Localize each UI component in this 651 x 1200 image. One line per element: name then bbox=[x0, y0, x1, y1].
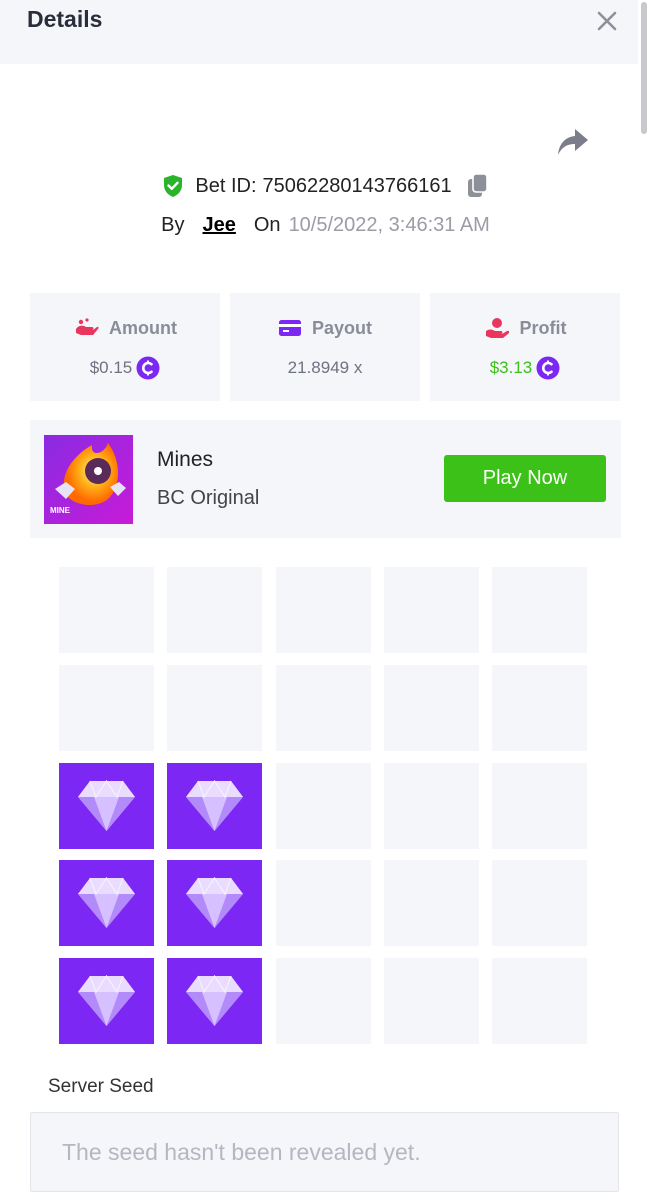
board-tile[interactable] bbox=[167, 567, 262, 653]
game-provider: BC Original bbox=[157, 487, 260, 509]
payout-card: Payout 21.8949 x bbox=[230, 293, 420, 401]
amount-icon bbox=[76, 318, 99, 335]
board-tile[interactable] bbox=[384, 860, 479, 946]
board-tile[interactable] bbox=[492, 567, 587, 653]
amount-value: $0.15 bbox=[89, 358, 133, 377]
payout-value: 21.8949 x bbox=[287, 358, 363, 377]
board-tile[interactable] bbox=[492, 958, 587, 1044]
profit-hand-icon bbox=[485, 318, 509, 338]
diamond-icon bbox=[78, 779, 135, 831]
board-tile[interactable] bbox=[384, 958, 479, 1044]
board-tile-gem[interactable] bbox=[167, 958, 262, 1044]
payout-header: Payout bbox=[230, 315, 420, 341]
bet-author-row: By Jee On 10/5/2022, 3:46:31 AM bbox=[0, 210, 651, 240]
play-now-button[interactable]: Play Now bbox=[444, 455, 606, 502]
modal-header: Details bbox=[0, 0, 638, 64]
modal-title: Details bbox=[27, 6, 103, 32]
board-tile[interactable] bbox=[276, 860, 371, 946]
bet-id-row: Bet ID: 75062280143766161 bbox=[0, 170, 651, 202]
thumb-label: MINE bbox=[50, 506, 71, 515]
profit-header: Profit bbox=[430, 315, 620, 341]
coin-icon bbox=[536, 356, 560, 380]
username-link[interactable]: Jee bbox=[203, 214, 236, 237]
verified-shield-icon bbox=[164, 175, 183, 197]
server-seed-field: The seed hasn't been revealed yet. bbox=[30, 1112, 619, 1192]
board-tile[interactable] bbox=[59, 665, 154, 751]
server-seed-label: Server Seed bbox=[48, 1076, 154, 1097]
board-tile[interactable] bbox=[384, 665, 479, 751]
by-label: By bbox=[161, 213, 185, 236]
amount-value-row: $0.15 bbox=[30, 355, 220, 381]
board-tile-gem[interactable] bbox=[167, 860, 262, 946]
diamond-icon bbox=[78, 876, 135, 928]
payout-value-row: 21.8949 x bbox=[230, 355, 420, 381]
board-tile[interactable] bbox=[492, 763, 587, 849]
diamond-icon bbox=[186, 974, 243, 1026]
profit-label: Profit bbox=[519, 317, 567, 338]
profit-value: $3.13 bbox=[489, 358, 533, 377]
mines-game-thumbnail[interactable]: MINE bbox=[44, 435, 133, 524]
bet-date: 10/5/2022, 3:46:31 AM bbox=[288, 213, 490, 236]
amount-card: Amount $0.15 bbox=[30, 293, 220, 401]
card-icon bbox=[278, 320, 301, 336]
bet-id-value: 75062280143766161 bbox=[262, 174, 452, 197]
board-tile[interactable] bbox=[492, 860, 587, 946]
board-tile[interactable] bbox=[167, 665, 262, 751]
board-tile[interactable] bbox=[276, 665, 371, 751]
scrollbar-thumb[interactable] bbox=[641, 2, 647, 134]
profit-value-row: $3.13 bbox=[430, 355, 620, 381]
game-card: MINE Mines BC Original Play Now bbox=[30, 420, 621, 538]
share-icon[interactable] bbox=[555, 125, 591, 159]
game-name: Mines bbox=[157, 448, 214, 471]
diamond-icon bbox=[78, 974, 135, 1026]
board-tile[interactable] bbox=[492, 665, 587, 751]
board-tile-gem[interactable] bbox=[59, 860, 154, 946]
on-label: On bbox=[253, 213, 281, 236]
board-tile[interactable] bbox=[276, 958, 371, 1044]
board-tile[interactable] bbox=[384, 567, 479, 653]
payout-label: Payout bbox=[311, 317, 372, 338]
copy-icon[interactable] bbox=[466, 173, 490, 199]
board-tile[interactable] bbox=[276, 763, 371, 849]
server-seed-placeholder: The seed hasn't been revealed yet. bbox=[62, 1139, 421, 1165]
diamond-icon bbox=[186, 779, 243, 831]
board-tile[interactable] bbox=[59, 567, 154, 653]
diamond-icon bbox=[186, 876, 243, 928]
coin-icon bbox=[136, 356, 160, 380]
profit-card: Profit $3.13 bbox=[430, 293, 620, 401]
amount-label: Amount bbox=[109, 317, 177, 338]
board-tile-gem[interactable] bbox=[59, 763, 154, 849]
board-tile-gem[interactable] bbox=[59, 958, 154, 1044]
close-icon[interactable] bbox=[592, 6, 622, 36]
board-tile-gem[interactable] bbox=[167, 763, 262, 849]
board-tile[interactable] bbox=[384, 763, 479, 849]
board-tile[interactable] bbox=[276, 567, 371, 653]
bet-id-label: Bet ID: bbox=[195, 174, 257, 197]
amount-header: Amount bbox=[30, 315, 220, 341]
